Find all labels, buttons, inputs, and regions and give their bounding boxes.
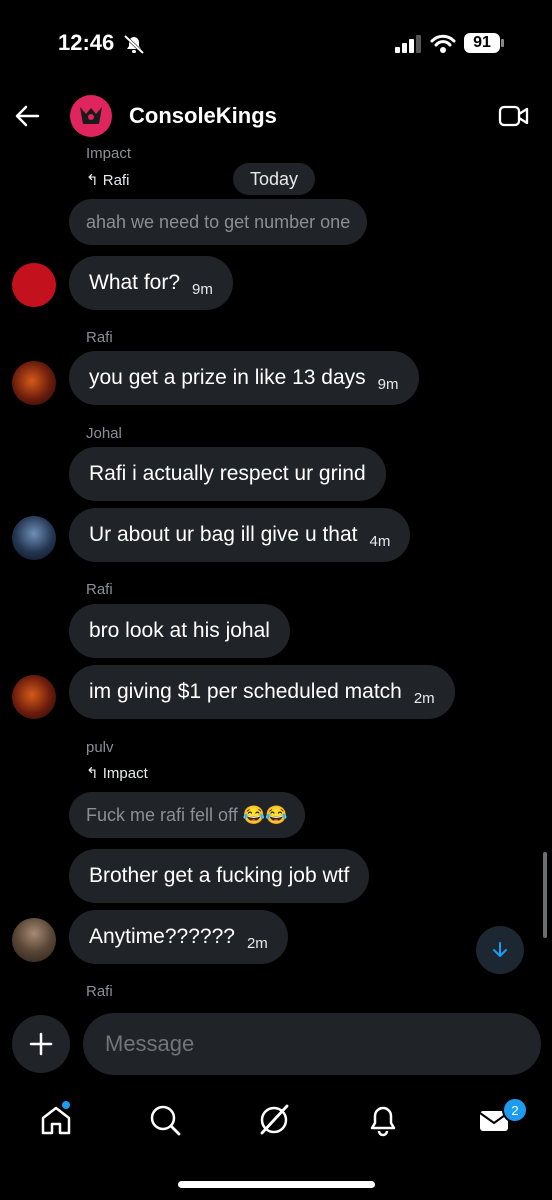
reply-reference[interactable]: ↰ Rafi bbox=[86, 171, 129, 189]
message-bubble[interactable]: Rafi i actually respect ur grind bbox=[69, 447, 386, 501]
replied-message[interactable]: Fuck me rafi fell off 😂😂 bbox=[69, 792, 305, 838]
message-text: Brother get a fucking job wtf bbox=[89, 864, 350, 887]
reply-target: Rafi bbox=[102, 172, 130, 189]
message-text: ahah we need to get number one bbox=[86, 211, 351, 232]
message-bubble[interactable]: bro look at his johal bbox=[69, 604, 290, 658]
wifi-icon bbox=[430, 34, 456, 53]
scrollbar[interactable] bbox=[543, 852, 547, 938]
avatar[interactable] bbox=[12, 361, 56, 405]
back-arrow-icon[interactable] bbox=[14, 103, 42, 129]
message-text: im giving $1 per scheduled match bbox=[89, 680, 402, 703]
avatar[interactable] bbox=[12, 516, 56, 560]
message-text: Ur about ur bag ill give u that bbox=[89, 523, 358, 546]
message-text: you get a prize in like 13 days bbox=[89, 366, 366, 389]
scroll-to-bottom-button[interactable] bbox=[476, 926, 524, 974]
message-time: 4m bbox=[369, 532, 391, 550]
message-input[interactable]: Message bbox=[83, 1013, 541, 1075]
message-time: 2m bbox=[413, 689, 435, 707]
add-attachment-button[interactable] bbox=[12, 1015, 70, 1073]
bell-muted-icon bbox=[123, 34, 145, 55]
conversation-title[interactable]: ConsoleKings bbox=[129, 103, 277, 129]
avatar[interactable] bbox=[12, 263, 56, 307]
sender-name: Johal bbox=[86, 425, 122, 442]
arrow-down-icon bbox=[493, 942, 507, 957]
message-text: bro look at his johal bbox=[89, 619, 270, 642]
message-placeholder: Message bbox=[105, 1031, 195, 1056]
message-bubble[interactable]: Brother get a fucking job wtf bbox=[69, 849, 370, 903]
battery-cap bbox=[501, 39, 504, 47]
message-time: 2m bbox=[246, 934, 268, 952]
message-bubble[interactable]: you get a prize in like 13 days 9m bbox=[69, 351, 419, 405]
avatar[interactable] bbox=[12, 675, 56, 719]
reply-target: Impact bbox=[102, 765, 148, 782]
message-text: Anytime?????? bbox=[89, 925, 235, 948]
message-bubble[interactable]: What for? 9m bbox=[69, 256, 233, 310]
cellular-signal-icon bbox=[395, 35, 421, 53]
status-time: 12:46 bbox=[58, 30, 115, 55]
sender-name: Rafi bbox=[86, 581, 113, 598]
video-call-icon[interactable] bbox=[498, 104, 530, 128]
game-logo-icon bbox=[80, 107, 102, 124]
avatar[interactable] bbox=[12, 918, 56, 962]
message-text: What for? bbox=[89, 271, 181, 294]
sender-name: pulv bbox=[86, 739, 114, 756]
message-bubble[interactable]: Anytime?????? 2m bbox=[69, 910, 288, 964]
sender-name: Impact bbox=[86, 145, 132, 162]
messages-badge: 2 bbox=[502, 1097, 528, 1123]
plus-icon bbox=[29, 1032, 53, 1056]
battery-indicator: 91 bbox=[464, 33, 500, 53]
reply-reference[interactable]: ↰ Impact bbox=[86, 764, 148, 782]
home-icon[interactable] bbox=[36, 1100, 76, 1140]
grok-icon[interactable] bbox=[254, 1100, 294, 1140]
group-avatar[interactable] bbox=[70, 95, 112, 137]
replied-message[interactable]: ahah we need to get number one bbox=[69, 199, 368, 245]
message-bubble[interactable]: Ur about ur bag ill give u that 4m bbox=[69, 508, 411, 562]
sender-name: Rafi bbox=[86, 329, 113, 346]
message-text: Rafi i actually respect ur grind bbox=[89, 462, 366, 485]
message-time: 9m bbox=[192, 280, 213, 298]
search-icon[interactable] bbox=[145, 1100, 185, 1140]
message-text: Fuck me rafi fell off 😂😂 bbox=[86, 804, 288, 825]
sender-name: Rafi bbox=[86, 983, 113, 1000]
reply-arrow-icon: ↰ bbox=[86, 765, 99, 782]
date-divider: Today bbox=[233, 163, 316, 195]
message-time: 9m bbox=[377, 375, 399, 393]
message-bubble[interactable]: im giving $1 per scheduled match 2m bbox=[69, 665, 455, 719]
notifications-bell-icon[interactable] bbox=[363, 1100, 403, 1140]
battery-level: 91 bbox=[473, 34, 491, 51]
reply-arrow-icon: ↰ bbox=[86, 172, 99, 189]
home-indicator[interactable] bbox=[178, 1181, 375, 1188]
